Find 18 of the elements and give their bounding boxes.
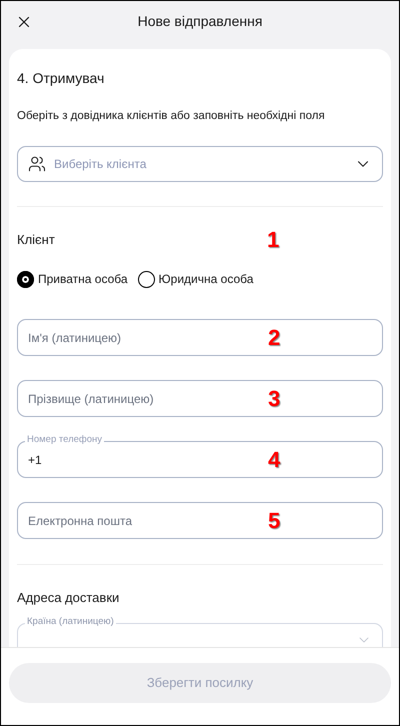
radio-button[interactable] (17, 270, 34, 288)
section-hint: Оберіть з довідника клієнтів або заповніть необхідні поля (17, 109, 326, 124)
client-select[interactable]: Виберіть клієнта (17, 146, 383, 182)
radio-option[interactable]: Приватна особа (17, 270, 128, 288)
delivery-title: Адреса доставки (17, 589, 120, 607)
annotation-number: 5 (268, 510, 280, 532)
field-label: Номер телефону (25, 434, 104, 446)
radio-option[interactable]: Юридична особа (138, 270, 254, 288)
annotation-number: 2 (268, 326, 280, 348)
annotation-number: 3 (268, 388, 280, 410)
annotation-number: 1 (267, 229, 280, 251)
radio-button[interactable] (138, 270, 155, 288)
client-title: Клієнт (17, 231, 55, 250)
annotation-number: 4 (268, 448, 280, 470)
users-icon (28, 155, 46, 173)
field-label: Країна (латиницею) (25, 616, 116, 628)
section-title: 4. Отримувач (17, 69, 106, 87)
window-title: Нове відправлення (138, 12, 262, 31)
